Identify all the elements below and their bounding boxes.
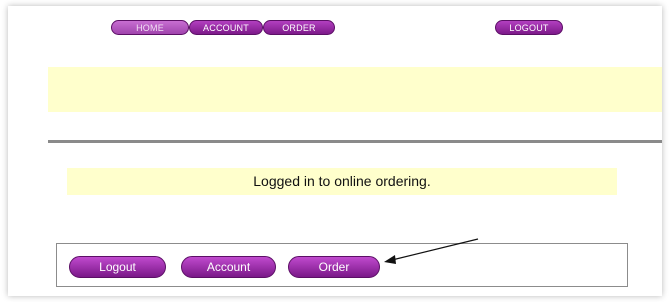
logout-button[interactable]: Logout [69, 256, 166, 278]
action-button-panel: Logout Account Order [56, 243, 628, 287]
nav-account-button[interactable]: ACCOUNT [189, 20, 263, 35]
header-banner [48, 67, 662, 112]
login-status-message: Logged in to online ordering. [67, 168, 617, 195]
order-button[interactable]: Order [288, 256, 380, 278]
account-button[interactable]: Account [181, 256, 276, 278]
nav-home-button[interactable]: HOME [111, 20, 189, 35]
top-navigation: HOME ACCOUNT ORDER LOGOUT [8, 20, 662, 36]
nav-order-button[interactable]: ORDER [263, 20, 335, 35]
page-card: HOME ACCOUNT ORDER LOGOUT Logged in to o… [8, 6, 662, 296]
nav-logout-button[interactable]: LOGOUT [495, 20, 563, 35]
pointer-arrow-icon [384, 238, 479, 264]
section-divider [48, 140, 662, 143]
